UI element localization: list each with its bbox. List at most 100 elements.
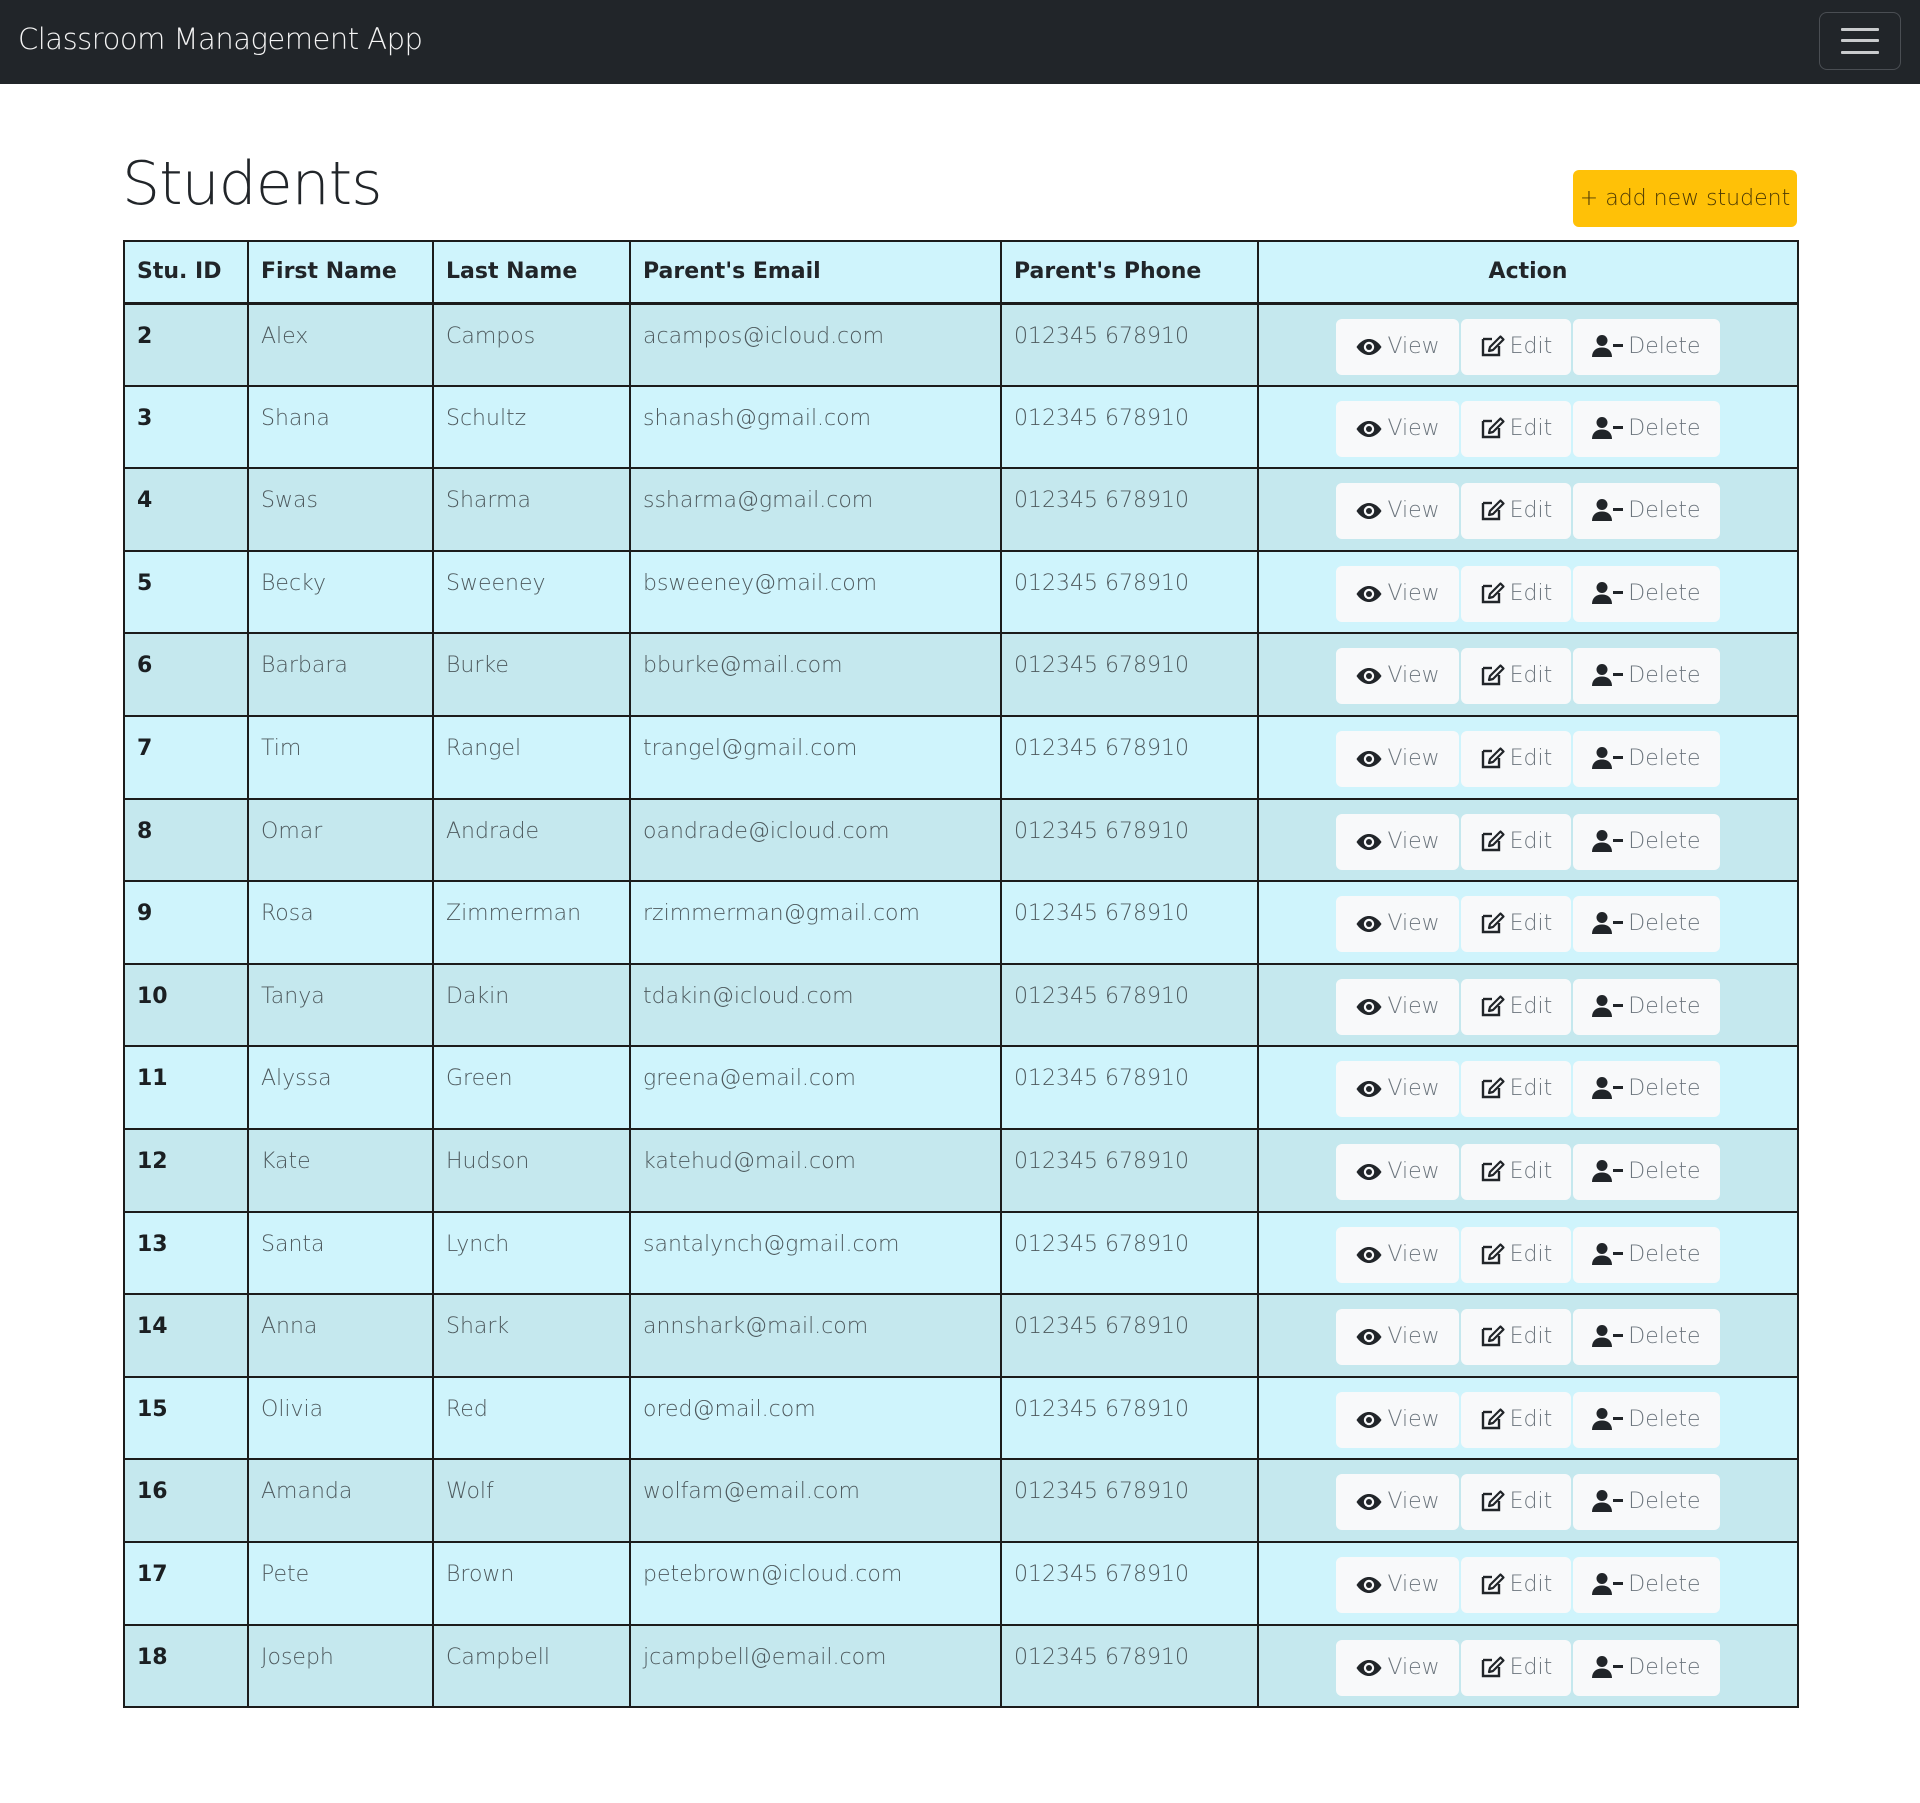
table-row: 10 Tanya Dakin tdakin@icloud.com 012345 6789… (123, 962, 1799, 1048)
view-button[interactable]: View (1336, 1474, 1459, 1531)
delete-button-label: Delete (1628, 1241, 1701, 1267)
edit-button-label: Edit (1509, 828, 1553, 854)
edit-button[interactable]: Edit (1460, 1061, 1572, 1118)
view-button[interactable]: View (1336, 813, 1459, 870)
edit-button[interactable]: Edit (1460, 896, 1572, 953)
delete-button-label: Delete (1628, 1654, 1701, 1680)
edit-button[interactable]: Edit (1460, 730, 1572, 787)
view-button[interactable]: View (1336, 978, 1459, 1035)
view-button[interactable]: View (1336, 400, 1459, 457)
table-row: 17 Pete Brown petebrown@icloud.com 012345 67… (123, 1540, 1799, 1626)
delete-button-label: Delete (1628, 415, 1701, 441)
edit-button[interactable]: Edit (1460, 1309, 1572, 1366)
edit-button-label: Edit (1509, 993, 1553, 1019)
view-button[interactable]: View (1336, 1061, 1459, 1118)
edit-button[interactable]: Edit (1460, 1556, 1572, 1613)
view-button[interactable]: View (1336, 565, 1459, 622)
parent-phone-cell: 012345 678910 (1000, 549, 1259, 635)
view-button[interactable]: View (1336, 483, 1459, 540)
action-cell: View Edit Delete (1257, 1210, 1799, 1296)
first-name-cell: Shana (247, 384, 434, 470)
delete-button[interactable]: Delete (1573, 1556, 1720, 1613)
delete-button[interactable]: Delete (1573, 1143, 1720, 1200)
edit-button[interactable]: Edit (1460, 1474, 1572, 1531)
user-minus-icon (1592, 581, 1624, 604)
edit-button[interactable]: Edit (1460, 1226, 1572, 1283)
page-title: Students (122, 149, 382, 219)
edit-button[interactable]: Edit (1460, 978, 1572, 1035)
delete-button[interactable]: Delete (1573, 1226, 1720, 1283)
edit-icon (1481, 499, 1505, 521)
edit-button[interactable]: Edit (1460, 1391, 1572, 1448)
delete-button-label: Delete (1628, 663, 1701, 689)
delete-button[interactable]: Delete (1573, 648, 1720, 705)
view-button[interactable]: View (1336, 730, 1459, 787)
view-button[interactable]: View (1336, 1226, 1459, 1283)
delete-button[interactable]: Delete (1573, 730, 1720, 787)
edit-button[interactable]: Edit (1460, 1639, 1572, 1696)
parent-email-cell: rzimmerman@gmail.com (629, 880, 1002, 965)
edit-button[interactable]: Edit (1460, 565, 1572, 622)
student-id-cell: 3 (123, 384, 249, 470)
edit-button[interactable]: Edit (1460, 483, 1572, 540)
view-button[interactable]: View (1336, 1556, 1459, 1613)
view-button[interactable]: View (1336, 1143, 1459, 1200)
parent-phone-cell: 012345 678910 (1000, 1293, 1259, 1378)
navbar-toggler-button[interactable] (1819, 12, 1901, 70)
delete-button[interactable]: Delete (1573, 896, 1720, 953)
last-name-cell: Sharma (432, 467, 631, 552)
student-id-cell: 5 (123, 549, 249, 635)
edit-button[interactable]: Edit (1460, 813, 1572, 870)
student-id-cell: 18 (123, 1623, 249, 1709)
delete-button[interactable]: Delete (1573, 318, 1720, 375)
delete-button[interactable]: Delete (1573, 1391, 1720, 1448)
delete-button[interactable]: Delete (1573, 813, 1720, 870)
edit-icon (1481, 664, 1505, 686)
delete-button-label: Delete (1628, 828, 1701, 854)
last-name-cell: Shark (432, 1293, 631, 1378)
delete-button-label: Delete (1628, 1406, 1701, 1432)
edit-button[interactable]: Edit (1460, 1143, 1572, 1200)
edit-button-label: Edit (1509, 1241, 1553, 1267)
edit-button-label: Edit (1509, 911, 1553, 937)
delete-button[interactable]: Delete (1573, 400, 1720, 457)
edit-button[interactable]: Edit (1460, 400, 1572, 457)
edit-button-label: Edit (1509, 498, 1553, 524)
delete-button[interactable]: Delete (1573, 978, 1720, 1035)
column-header-id: Stu. ID (123, 240, 249, 305)
delete-button[interactable]: Delete (1573, 1309, 1720, 1366)
view-button-label: View (1387, 911, 1440, 937)
view-button-label: View (1387, 745, 1440, 771)
delete-button[interactable]: Delete (1573, 1061, 1720, 1118)
edit-button[interactable]: Edit (1460, 318, 1572, 375)
view-button[interactable]: View (1336, 648, 1459, 705)
delete-button[interactable]: Delete (1573, 1474, 1720, 1531)
delete-button[interactable]: Delete (1573, 483, 1720, 540)
user-minus-icon (1592, 1159, 1624, 1182)
first-name-cell: Tanya (247, 962, 434, 1048)
delete-button[interactable]: Delete (1573, 565, 1720, 622)
view-button[interactable]: View (1336, 1391, 1459, 1448)
view-button-label: View (1387, 1241, 1440, 1267)
first-name-cell: Joseph (247, 1623, 434, 1709)
table-row: 18 Joseph Campbell jcampbell@email.com 01234… (123, 1623, 1799, 1709)
view-button[interactable]: View (1336, 1309, 1459, 1366)
action-cell: View Edit Delete (1257, 384, 1799, 470)
last-name-cell: Rangel (432, 714, 631, 800)
eye-icon (1356, 420, 1382, 437)
eye-icon (1356, 1576, 1382, 1593)
view-button[interactable]: View (1336, 1639, 1459, 1696)
app-brand[interactable]: Classroom Management App (18, 22, 423, 56)
view-button-label: View (1387, 333, 1440, 359)
edit-button[interactable]: Edit (1460, 648, 1572, 705)
student-id-cell: 7 (123, 714, 249, 800)
delete-button-label: Delete (1628, 498, 1701, 524)
view-button[interactable]: View (1336, 318, 1459, 375)
view-button[interactable]: View (1336, 896, 1459, 953)
delete-button[interactable]: Delete (1573, 1639, 1720, 1696)
add-new-student-button[interactable]: + add new student (1573, 170, 1797, 227)
view-button-label: View (1387, 415, 1440, 441)
action-cell: View Edit Delete (1257, 302, 1799, 387)
view-button-label: View (1387, 1654, 1440, 1680)
parent-email-cell: oandrade@icloud.com (629, 797, 1002, 883)
